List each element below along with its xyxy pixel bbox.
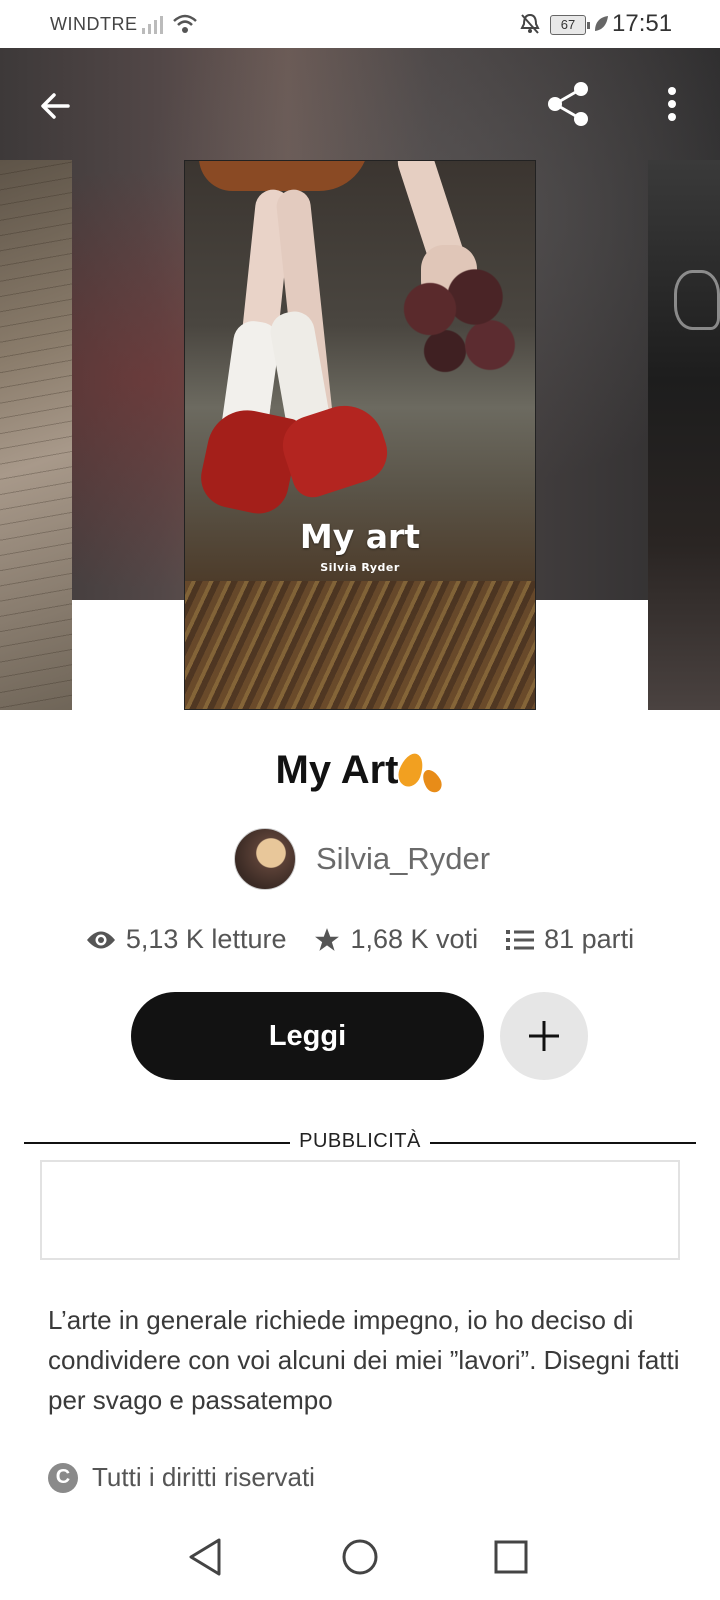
carrier-name: WINDTRE [50,14,138,34]
nav-recents-button[interactable] [486,1532,536,1582]
ad-slot[interactable] [40,1160,680,1260]
story-title: My Art [0,748,720,796]
bell-muted-icon [520,13,540,34]
triangle-back-icon [189,1538,221,1576]
signal-icon [142,16,163,34]
copyright-text: Tutti i diritti riservati [92,1462,315,1492]
reads-count: 5,13 K letture [125,924,287,954]
cover-title: My art [299,517,421,556]
parts-stat: 81 parti [506,924,634,955]
author-name: Silvia_Ryder [316,841,491,876]
next-story-cover[interactable] [648,160,720,710]
circle-home-icon [342,1539,378,1575]
status-bar: WINDTRE 67 17:51 [0,0,720,48]
more-options-button[interactable] [644,76,700,132]
copyright-icon: C [48,1462,78,1493]
list-icon [506,929,535,950]
nav-home-button[interactable] [335,1532,385,1582]
back-button[interactable] [28,78,84,134]
wifi-icon [173,14,197,33]
square-recents-icon [494,1540,528,1574]
share-icon [548,82,588,126]
nav-back-button[interactable] [180,1532,230,1582]
story-description: L’arte in generale richiede impegno, io … [48,1305,680,1415]
clock: 17:51 [612,10,673,37]
avatar [234,828,296,890]
story-cover[interactable]: My art Silvia Ryder [184,160,536,710]
ad-label: PUBBLICITÀ [299,1130,421,1152]
parts-count: 81 parti [544,924,635,954]
cover-author: Silvia Ryder [320,561,400,574]
reads-stat: 5,13 K letture [86,924,287,955]
star-icon [315,927,340,951]
autumn-leaves-icon [395,749,446,796]
plus-icon [529,1021,559,1051]
votes-count: 1,68 K voti [350,924,479,954]
eco-leaf-icon [595,16,608,31]
system-navigation-bar [0,1510,720,1600]
votes-stat: 1,68 K voti [314,924,478,955]
story-title-text: My Art [275,748,399,792]
author-link[interactable]: Silvia_Ryder [234,828,490,890]
add-to-library-button[interactable] [500,992,588,1080]
eye-icon [86,931,115,948]
copyright-notice: C Tutti i diritti riservati [48,1462,315,1493]
battery-indicator: 67 [550,15,590,35]
story-stats: 5,13 K letture 1,68 K voti 81 parti [0,924,720,955]
previous-story-cover[interactable] [0,160,72,710]
arrow-left-icon [41,93,70,119]
more-vertical-icon [668,87,676,121]
read-button[interactable]: Leggi [131,992,484,1080]
share-button[interactable] [540,76,596,132]
